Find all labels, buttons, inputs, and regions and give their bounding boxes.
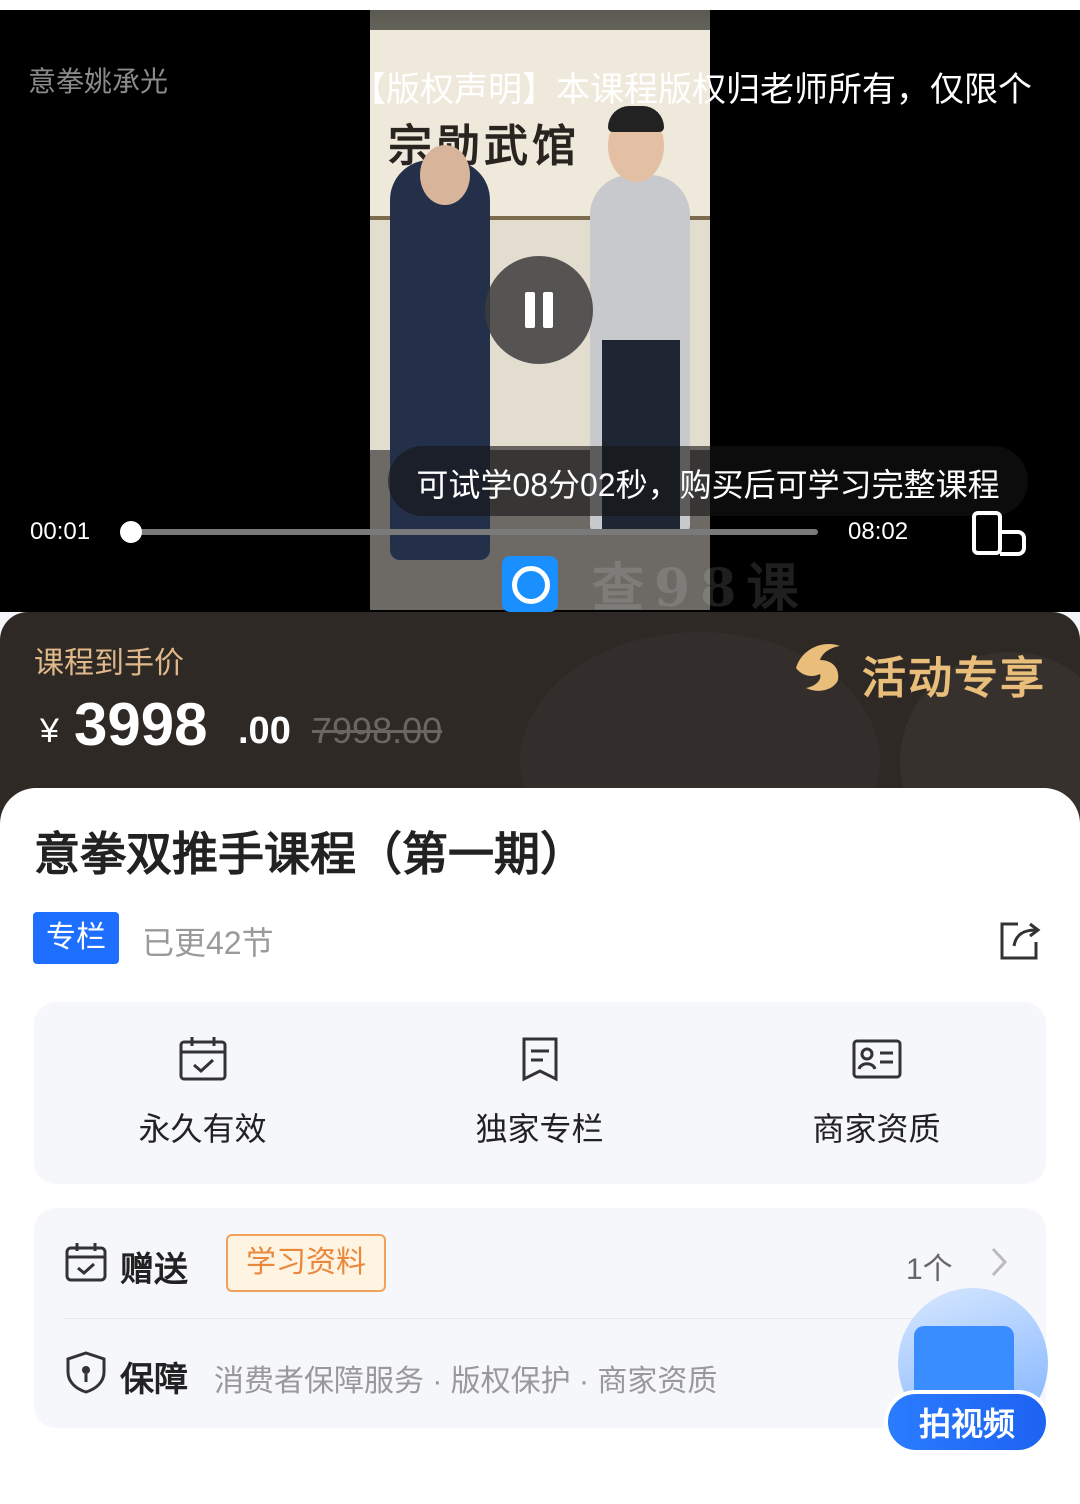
activity-label: 活动专享: [862, 654, 1046, 703]
price-decimal: .00: [238, 710, 291, 752]
feature-label: 独家专栏: [475, 1111, 604, 1147]
video-player[interactable]: 宗勋武馆 意拳姚承光 【版权声明】本课程版权归老师所有，仅限个人 可试学08分0…: [0, 0, 1080, 612]
shoot-video-label: 拍视频: [884, 1390, 1050, 1454]
gift-tag: 学习资料: [226, 1234, 386, 1292]
calendar-check-icon: [179, 1037, 226, 1081]
feature-permanent[interactable]: 永久有效: [34, 1002, 371, 1184]
rotate-screen-icon[interactable]: [970, 510, 1030, 556]
feature-exclusive[interactable]: 独家专栏: [371, 1002, 708, 1184]
watermark-text: 查98课: [592, 558, 809, 612]
feature-label: 永久有效: [138, 1111, 267, 1147]
id-card-icon: [852, 1039, 901, 1079]
progress-bar[interactable]: [120, 521, 818, 543]
column-tag: 专栏: [33, 912, 119, 964]
trial-notice: 可试学08分02秒，购买后可学习完整课程: [388, 446, 1028, 516]
pause-button[interactable]: [485, 256, 593, 364]
guarantee-title: 保障: [120, 1361, 188, 1399]
trial-notice-text: 可试学08分02秒，购买后可学习完整课程: [416, 467, 1000, 503]
current-time: 00:01: [30, 518, 91, 545]
course-title: 意拳双推手课程（第一期）: [34, 828, 586, 880]
document-icon: [522, 1037, 557, 1082]
currency-symbol: ¥: [40, 712, 59, 750]
watermark-logo-icon: [502, 556, 558, 612]
channel-name: 意拳姚承光: [28, 66, 169, 97]
copyright-notice: 【版权声明】本课程版权归老师所有，仅限个人: [352, 71, 1032, 109]
total-time: 08:02: [848, 518, 909, 545]
price-label: 课程到手价: [34, 647, 184, 680]
update-count: 已更42节: [142, 925, 274, 961]
gift-count: 1个: [906, 1253, 953, 1286]
frame-person-left-head: [420, 145, 470, 205]
status-strip: [0, 0, 1080, 10]
guarantee-items: 消费者保障服务 · 版权保护 · 商家资质: [214, 1365, 718, 1398]
share-icon[interactable]: [996, 916, 1044, 964]
gift-calendar-icon: [65, 1243, 107, 1282]
price-integer: 3998: [74, 691, 208, 758]
shield-icon: [66, 1351, 106, 1394]
progress-knob[interactable]: [120, 521, 143, 543]
feature-label: 商家资质: [812, 1111, 941, 1147]
gift-title: 赠送: [120, 1251, 188, 1289]
original-price: 7998.00: [312, 710, 443, 751]
feature-panel: 永久有效 独家专栏 商家资质: [34, 1002, 1046, 1184]
feature-qualification[interactable]: 商家资质: [708, 1002, 1045, 1184]
activity-bird-icon: [796, 644, 840, 691]
chevron-right-icon: [991, 1247, 1008, 1277]
shoot-video-button[interactable]: 拍视频: [884, 1288, 1054, 1458]
